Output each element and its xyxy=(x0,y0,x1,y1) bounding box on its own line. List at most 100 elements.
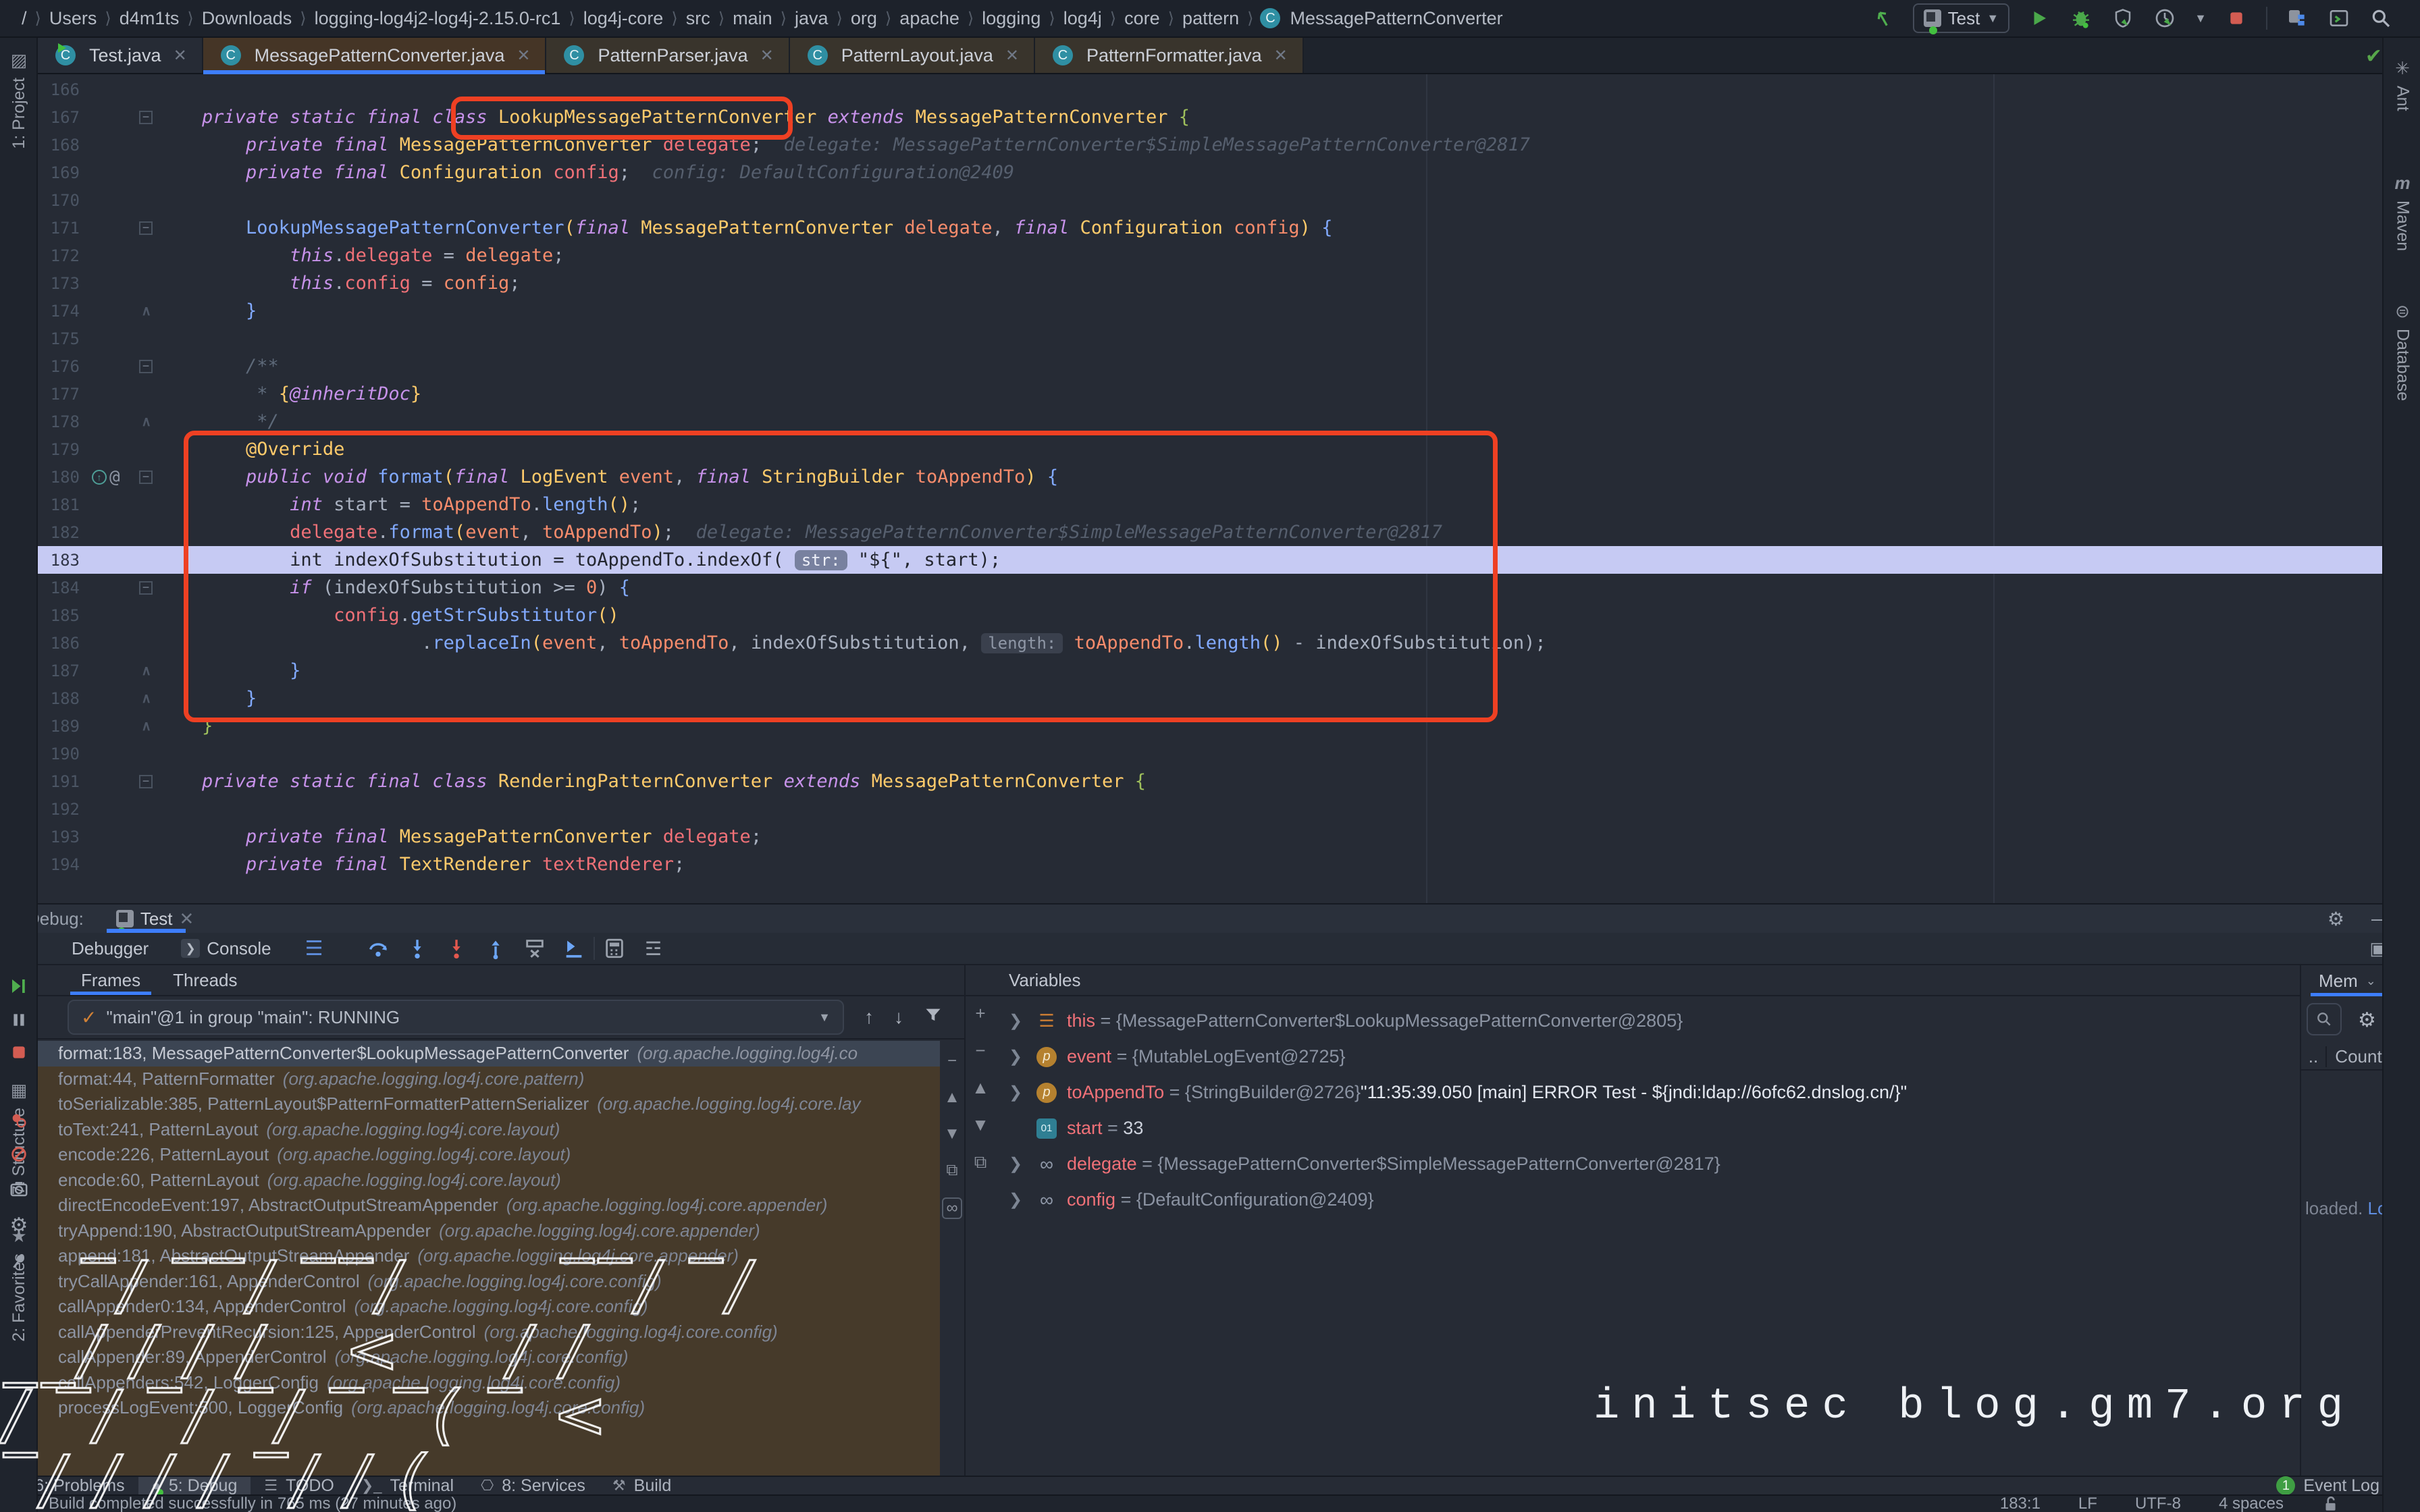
fold-collapse-icon[interactable]: − xyxy=(139,581,153,595)
editor-tab[interactable]: CPatternLayout.java✕ xyxy=(790,38,1035,73)
stack-frame[interactable]: format:44, PatternFormatter(org.apache.l… xyxy=(38,1066,940,1092)
navigate-back-icon[interactable] xyxy=(1871,6,1895,30)
tool-window-button[interactable]: ⎔8: Services xyxy=(467,1477,599,1494)
sidebar-item-maven[interactable]: m Maven xyxy=(2384,173,2420,251)
remove-watch-icon[interactable]: − xyxy=(975,1040,985,1061)
breadcrumb-item[interactable]: logging xyxy=(978,8,1045,29)
variable-row[interactable]: ❯☰this = {MessagePatternConverter$Lookup… xyxy=(966,1003,2300,1039)
editor-tab[interactable]: CPatternParser.java✕ xyxy=(546,38,789,73)
variable-list[interactable]: ❯☰this = {MessagePatternConverter$Lookup… xyxy=(966,1003,2300,1218)
expand-chevron-icon[interactable]: ❯ xyxy=(1009,1083,1032,1102)
debug-icon[interactable] xyxy=(2069,6,2093,30)
breadcrumb-item[interactable]: java xyxy=(791,8,833,29)
run-anything-icon[interactable] xyxy=(2327,6,2351,30)
fold-collapse-icon[interactable]: − xyxy=(139,775,153,788)
stack-frame[interactable]: callAppender:89, AppenderControl(org.apa… xyxy=(38,1345,940,1370)
variable-row[interactable]: ❯∞config = {DefaultConfiguration@2409} xyxy=(966,1182,2300,1218)
stack-frame[interactable]: encode:226, PatternLayout(org.apache.log… xyxy=(38,1142,940,1168)
debug-session-tab[interactable]: Test ✕ xyxy=(107,905,203,933)
next-frame-icon[interactable]: ↓ xyxy=(894,1006,903,1028)
fold-end-icon[interactable]: ∧ xyxy=(141,302,151,319)
thread-selector[interactable]: ✓ "main"@1 in group "main": RUNNING ▼ xyxy=(68,1000,844,1035)
step-over-icon[interactable] xyxy=(366,936,390,961)
memory-col-class[interactable]: .. xyxy=(2301,1046,2327,1067)
line-ending[interactable]: LF xyxy=(2078,1494,2097,1512)
stack-frame[interactable]: toSerializable:385, PatternLayout$Patter… xyxy=(38,1091,940,1117)
stack-frame[interactable]: encode:60, PatternLayout(org.apache.logg… xyxy=(38,1168,940,1193)
stop-icon[interactable] xyxy=(10,1044,28,1061)
evaluate-expression-icon[interactable] xyxy=(602,936,627,961)
fold-end-icon[interactable]: ∧ xyxy=(141,662,151,679)
breadcrumb-item[interactable]: org xyxy=(847,8,881,29)
fold-end-icon[interactable]: ∧ xyxy=(141,413,151,430)
move-down-icon[interactable]: ▼ xyxy=(972,1114,989,1135)
profiler-chevron-icon[interactable]: ▼ xyxy=(2194,11,2207,26)
step-out-icon[interactable] xyxy=(483,936,508,961)
breadcrumb-item[interactable]: core xyxy=(1120,8,1164,29)
memory-col-count[interactable]: Count xyxy=(2327,1046,2390,1067)
remove-icon[interactable]: − xyxy=(947,1052,957,1071)
breadcrumb-item[interactable]: src xyxy=(682,8,714,29)
breadcrumb-item[interactable]: Downloads xyxy=(198,8,296,29)
stack-frame[interactable]: tryAppend:190, AbstractOutputStreamAppen… xyxy=(38,1218,940,1244)
close-icon[interactable]: ✕ xyxy=(1005,46,1019,65)
breadcrumb-item[interactable]: logging-log4j2-log4j-2.15.0-rc1 xyxy=(311,8,565,29)
stack-frame[interactable]: callAppender0:134, AppenderControl(org.a… xyxy=(38,1294,940,1320)
expand-chevron-icon[interactable]: ❯ xyxy=(1009,1047,1032,1066)
variable-row[interactable]: 01start = 33 xyxy=(966,1110,2300,1146)
search-everywhere-icon[interactable] xyxy=(2369,6,2393,30)
scroll-up-icon[interactable]: ▲ xyxy=(944,1088,960,1107)
variable-row[interactable]: ❯ptoAppendTo = {StringBuilder@2726} "11:… xyxy=(966,1075,2300,1110)
tab-console[interactable]: ❯Console xyxy=(165,933,287,964)
breadcrumb-item[interactable]: log4j-core xyxy=(579,8,668,29)
resume-icon[interactable] xyxy=(9,976,29,996)
filter-icon[interactable] xyxy=(924,1006,943,1029)
editor-tab[interactable]: CMessagePatternConverter.java✕ xyxy=(203,38,547,73)
breadcrumb-item[interactable]: main xyxy=(729,8,777,29)
sidebar-item-ant[interactable]: ✳ Ant xyxy=(2384,58,2420,111)
memory-header[interactable]: Mem ⌄ xyxy=(2301,965,2390,996)
stack-frame[interactable]: callAppenders:542, LoggerConfig(org.apac… xyxy=(38,1370,940,1396)
view-breakpoints-icon[interactable] xyxy=(9,1111,28,1130)
profiler-icon[interactable] xyxy=(2153,6,2177,30)
pin-icon[interactable] xyxy=(10,1252,28,1270)
breadcrumb-item[interactable]: apache xyxy=(895,8,964,29)
editor-tab[interactable]: CTest.java✕ xyxy=(38,38,203,73)
fold-collapse-icon[interactable]: − xyxy=(139,360,153,373)
unlock-icon[interactable] xyxy=(2321,1494,2339,1512)
debugger-settings-icon[interactable]: ⚙ xyxy=(10,1214,28,1237)
stack-frame[interactable]: append:181, AbstractOutputStreamAppender… xyxy=(38,1243,940,1269)
scroll-down-icon[interactable]: ▼ xyxy=(944,1125,960,1143)
close-icon[interactable]: ✕ xyxy=(1274,46,1288,65)
tool-window-button[interactable]: ☰TODO xyxy=(251,1477,348,1494)
force-step-into-icon[interactable] xyxy=(444,936,469,961)
coverage-icon[interactable] xyxy=(2111,6,2135,30)
prev-frame-icon[interactable]: ↑ xyxy=(864,1006,874,1028)
expand-chevron-icon[interactable]: ❯ xyxy=(1009,1190,1032,1210)
expand-chevron-icon[interactable]: ❯ xyxy=(1009,1154,1032,1174)
close-icon[interactable]: ✕ xyxy=(517,46,530,65)
gear-icon[interactable]: ⚙ xyxy=(2327,908,2344,930)
layout-settings-icon[interactable]: ☲ xyxy=(641,936,666,961)
mute-breakpoints-icon[interactable] xyxy=(9,1145,28,1164)
editor-tab[interactable]: CPatternFormatter.java✕ xyxy=(1035,38,1304,73)
override-method-icon[interactable]: ↑ xyxy=(92,470,107,485)
thread-dump-icon[interactable] xyxy=(9,1179,29,1199)
stack-frame[interactable]: format:183, MessagePatternConverter$Look… xyxy=(38,1041,940,1066)
stack-frame[interactable]: tryCallAppender:161, AppenderControl(org… xyxy=(38,1269,940,1295)
breadcrumb-item[interactable]: Users xyxy=(45,8,101,29)
caret-position[interactable]: 183:1 xyxy=(2000,1494,2041,1512)
run-icon[interactable] xyxy=(2027,6,2051,30)
pause-icon[interactable] xyxy=(10,1011,28,1029)
fold-collapse-icon[interactable]: − xyxy=(139,470,153,484)
add-watch-icon[interactable]: + xyxy=(975,1003,985,1024)
fold-collapse-icon[interactable]: − xyxy=(139,221,153,235)
tool-window-button[interactable]: ●5: Debug xyxy=(138,1477,251,1494)
fold-end-icon[interactable]: ∧ xyxy=(141,690,151,707)
tool-window-button[interactable]: ⚒Build xyxy=(599,1477,685,1494)
stack-frame[interactable]: directEncodeEvent:197, AbstractOutputStr… xyxy=(38,1193,940,1218)
drop-frame-icon[interactable] xyxy=(523,936,547,961)
hide-library-frames-icon[interactable]: ∞ xyxy=(942,1197,962,1219)
gear-icon[interactable]: ⚙ xyxy=(2358,1008,2376,1032)
breadcrumb-item[interactable]: d4m1ts xyxy=(115,8,184,29)
